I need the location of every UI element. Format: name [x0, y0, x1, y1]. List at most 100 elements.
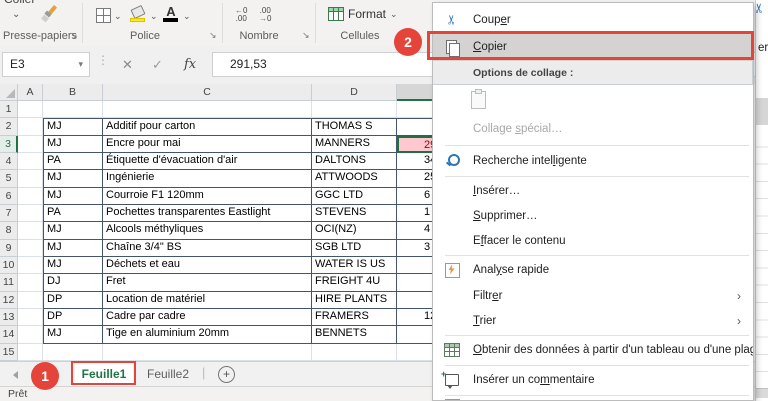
- cell-D11[interactable]: FREIGHT 4U: [312, 274, 397, 292]
- cell-D7[interactable]: STEVENS: [312, 204, 397, 223]
- row-header-6[interactable]: 6: [0, 187, 18, 205]
- menu-item-collage-special[interactable]: Collage spécial…: [433, 115, 753, 143]
- cell-C2[interactable]: Additif pour carton: [103, 118, 312, 136]
- menu-item-cutoff[interactable]: [433, 397, 753, 400]
- cell-D15[interactable]: [312, 343, 397, 361]
- scrollbar-fragment[interactable]: [756, 388, 768, 398]
- menu-item-supprimer[interactable]: Supprimer…: [433, 203, 753, 229]
- menu-item-couper[interactable]: ✂ Couper: [433, 6, 753, 33]
- menu-item-trier[interactable]: Trier ›: [433, 308, 753, 333]
- row-header-1[interactable]: 1: [0, 101, 18, 119]
- cell-C5[interactable]: Ingénierie: [103, 170, 312, 188]
- menu-item-effacer[interactable]: Effacer le contenu: [433, 229, 753, 253]
- cell-C7[interactable]: Pochettes transparentes Eastlight: [103, 204, 312, 223]
- cell-D12[interactable]: HIRE PLANTS: [312, 291, 397, 309]
- paste-button[interactable]: Coller: [4, 0, 35, 6]
- row-header-4[interactable]: 4: [0, 152, 18, 171]
- insert-function-button[interactable]: fx: [184, 52, 196, 77]
- row-header-5[interactable]: 5: [0, 170, 18, 188]
- cell-A6[interactable]: [18, 187, 43, 205]
- cell-A12[interactable]: [18, 291, 43, 309]
- cell-A7[interactable]: [18, 204, 43, 223]
- row-header-13[interactable]: 13: [0, 308, 18, 327]
- col-header-C[interactable]: C: [103, 84, 312, 101]
- cell-A3[interactable]: [18, 135, 43, 153]
- cell-B11[interactable]: DJ: [43, 274, 103, 292]
- cell-D1[interactable]: [312, 101, 397, 119]
- cell-A14[interactable]: [18, 326, 43, 344]
- cell-B4[interactable]: PA: [43, 152, 103, 171]
- menu-item-recherche[interactable]: Recherche intelligente: [433, 147, 753, 174]
- increase-decimal-icon[interactable]: .00 →0: [259, 7, 271, 23]
- row-header-9[interactable]: 9: [0, 239, 18, 257]
- cell-A15[interactable]: [18, 343, 43, 361]
- enter-button[interactable]: ✓: [152, 52, 163, 77]
- cell-C6[interactable]: Courroie F1 120mm: [103, 187, 312, 205]
- fill-color-icon[interactable]: [130, 4, 146, 23]
- cell-C15[interactable]: [103, 343, 312, 361]
- borders-icon[interactable]: [96, 8, 111, 23]
- cell-C3[interactable]: Encre pour mai: [103, 135, 312, 153]
- number-dialog-launcher-icon[interactable]: ↘: [302, 30, 310, 41]
- cell-B5[interactable]: MJ: [43, 170, 103, 188]
- cell-C13[interactable]: Cadre par cadre: [103, 308, 312, 327]
- clipboard-dialog-launcher-icon[interactable]: ↘: [70, 30, 78, 41]
- row-header-11[interactable]: 11: [0, 274, 18, 292]
- row-header-15[interactable]: 15: [0, 343, 18, 361]
- row-header-12[interactable]: 12: [0, 291, 18, 309]
- cell-A10[interactable]: [18, 256, 43, 275]
- menu-item-paste-option[interactable]: [433, 85, 753, 115]
- cell-A13[interactable]: [18, 308, 43, 327]
- cell-B15[interactable]: [43, 343, 103, 361]
- cell-D6[interactable]: GGC LTD: [312, 187, 397, 205]
- cell-A9[interactable]: [18, 239, 43, 257]
- cell-C1[interactable]: [103, 101, 312, 119]
- cell-B9[interactable]: MJ: [43, 239, 103, 257]
- cell-B3[interactable]: MJ: [43, 135, 103, 153]
- tab-feuille2[interactable]: Feuille2: [139, 362, 197, 386]
- cell-B13[interactable]: DP: [43, 308, 103, 327]
- cell-D8[interactable]: OCI(NZ): [312, 222, 397, 240]
- cell-A4[interactable]: [18, 152, 43, 171]
- cell-B14[interactable]: MJ: [43, 326, 103, 344]
- select-all-corner[interactable]: [0, 84, 18, 101]
- row-header-2[interactable]: 2: [0, 118, 18, 136]
- cell-B8[interactable]: MJ: [43, 222, 103, 240]
- row-header-8[interactable]: 8: [0, 222, 18, 240]
- sheet-nav-left-icon[interactable]: [13, 371, 18, 379]
- cell-C12[interactable]: Location de matériel: [103, 291, 312, 309]
- cell-A2[interactable]: [18, 118, 43, 136]
- cell-B6[interactable]: MJ: [43, 187, 103, 205]
- row-header-3[interactable]: 3: [0, 135, 18, 153]
- col-header-D[interactable]: D: [312, 84, 397, 101]
- font-color-chevron-icon[interactable]: ⌄: [183, 11, 191, 22]
- menu-item-obtenir[interactable]: Obtenir des données à partir d'un tablea…: [433, 337, 753, 363]
- cell-B2[interactable]: MJ: [43, 118, 103, 136]
- cell-C8[interactable]: Alcools méthyliques: [103, 222, 312, 240]
- cell-D5[interactable]: ATTWOODS: [312, 170, 397, 188]
- row-header-7[interactable]: 7: [0, 204, 18, 223]
- cell-D10[interactable]: WATER IS US: [312, 256, 397, 275]
- cell-A8[interactable]: [18, 222, 43, 240]
- menu-item-filtrer[interactable]: Filtrer ›: [433, 283, 753, 308]
- menu-item-options-collage[interactable]: Options de collage :: [433, 61, 753, 85]
- font-color-icon[interactable]: A: [163, 4, 179, 22]
- cell-A11[interactable]: [18, 274, 43, 292]
- cell-D9[interactable]: SGB LTD: [312, 239, 397, 257]
- menu-item-inserer[interactable]: Insérer…: [433, 178, 753, 203]
- cell-D3[interactable]: MANNERS: [312, 135, 397, 153]
- cell-B1[interactable]: [43, 101, 103, 119]
- col-header-A[interactable]: A: [18, 84, 43, 101]
- paste-dropdown-chevron-icon[interactable]: ⌄: [12, 9, 20, 20]
- name-box[interactable]: E3 ▾: [2, 52, 90, 77]
- name-box-chevron-icon[interactable]: ▾: [78, 53, 83, 76]
- cell-B10[interactable]: MJ: [43, 256, 103, 275]
- cell-C9[interactable]: Chaîne 3/4" BS: [103, 239, 312, 257]
- cell-C4[interactable]: Étiquette d'évacuation d'air: [103, 152, 312, 171]
- cell-C14[interactable]: Tige en aluminium 20mm: [103, 326, 312, 344]
- format-button[interactable]: Format ⌄: [328, 5, 398, 23]
- cell-D2[interactable]: THOMAS S: [312, 118, 397, 136]
- cell-D13[interactable]: FRAMERS: [312, 308, 397, 327]
- cell-A5[interactable]: [18, 170, 43, 188]
- menu-item-commentaire[interactable]: Insérer un commentaire: [433, 367, 753, 393]
